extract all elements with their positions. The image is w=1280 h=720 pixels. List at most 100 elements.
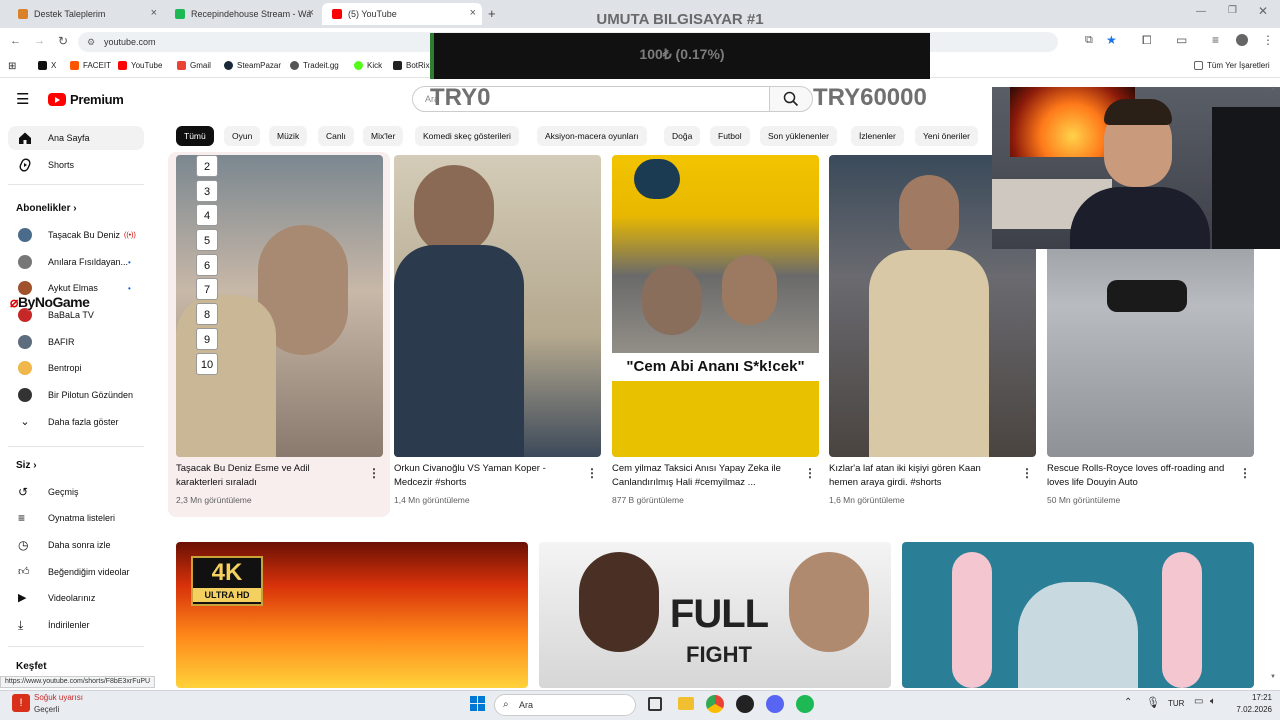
- chip[interactable]: Canlı: [318, 126, 354, 146]
- bookmark-kick[interactable]: Kick: [354, 61, 382, 70]
- sidebar-item-downloads[interactable]: ⤓ İndirilenler: [8, 613, 144, 637]
- clock-date[interactable]: 7.02.2026: [1222, 705, 1272, 714]
- chip[interactable]: Yeni öneriler: [915, 126, 978, 146]
- tab-search-icon[interactable]: ▭: [1176, 33, 1187, 47]
- close-icon[interactable]: ×: [151, 7, 157, 19]
- weather-title[interactable]: Soğuk uyarısı: [34, 693, 83, 702]
- sidebar-show-more[interactable]: ⌄ Daha fazla göster: [8, 410, 144, 434]
- file-explorer-icon[interactable]: [678, 697, 694, 710]
- short-thumbnail[interactable]: 2 3 4 5 6 7 8 9 10: [176, 155, 383, 457]
- video-title[interactable]: Taşacak Bu Deniz Esme ve Adil karakterle…: [176, 462, 356, 490]
- youtube-premium-logo[interactable]: Premium: [48, 92, 124, 107]
- tray-chevron-up-icon[interactable]: ⌃: [1124, 697, 1132, 708]
- tab-destek[interactable]: Destek Taleplerim ×: [8, 3, 163, 25]
- scroll-up-icon[interactable]: ▲: [1270, 86, 1276, 92]
- apps-grid-icon[interactable]: ⊞: [8, 61, 16, 72]
- volume-icon[interactable]: 🔈︎: [1210, 696, 1216, 707]
- chip[interactable]: Oyun: [224, 126, 261, 146]
- sidebar-item-playlists[interactable]: ≡ Oynatma listeleri: [8, 506, 144, 530]
- forward-icon[interactable]: →: [34, 35, 45, 47]
- search-button[interactable]: [769, 86, 813, 112]
- extensions-icon[interactable]: ⧠: [1142, 33, 1152, 48]
- discord-icon[interactable]: [766, 695, 784, 713]
- scroll-down-icon[interactable]: ▼: [1270, 674, 1276, 680]
- sidebar-item-home[interactable]: Ana Sayfa: [8, 126, 144, 150]
- close-icon[interactable]: ×: [470, 7, 476, 19]
- short-thumbnail[interactable]: [394, 155, 601, 457]
- bookmark-botrix[interactable]: BotRix: [393, 61, 430, 70]
- sidebar-item-history[interactable]: ↺ Geçmiş: [8, 480, 144, 504]
- sidebar-sub-item[interactable]: Taşacak Bu Deniz ((•)): [8, 223, 144, 247]
- language-indicator[interactable]: TUR: [1168, 699, 1184, 708]
- sidebar-item-liked[interactable]: 👍︎ Beğendiğim videolar: [8, 560, 144, 584]
- site-info-icon[interactable]: ⚙: [87, 32, 95, 52]
- windows-start-icon[interactable]: [470, 696, 486, 712]
- sidebar-sub-item[interactable]: BAFIR: [8, 330, 144, 354]
- bookmark-gmail[interactable]: Gmail: [177, 61, 211, 70]
- profile-avatar[interactable]: [1236, 34, 1248, 46]
- sidebar-item-watch-later[interactable]: ◷ Daha sonra izle: [8, 533, 144, 557]
- video-title[interactable]: Rescue Rolls-Royce loves off-roading and…: [1047, 462, 1227, 490]
- obs-icon[interactable]: [736, 695, 754, 713]
- bookmark-tradeit[interactable]: Tradeit.gg: [290, 61, 339, 70]
- chip[interactable]: İzlenenler: [851, 126, 904, 146]
- task-view-icon[interactable]: [648, 697, 662, 711]
- sidebar-item-your-videos[interactable]: ▶ Videolarınız: [8, 586, 144, 610]
- bookmark-x[interactable]: X: [38, 61, 56, 70]
- chip[interactable]: Son yüklenenler: [760, 126, 837, 146]
- maximize-icon[interactable]: ❐: [1228, 5, 1237, 16]
- short-thumbnail[interactable]: "Cem Abi Ananı S*k!cek": [612, 155, 819, 457]
- chip[interactable]: Komedi skeç gösterileri: [415, 126, 519, 146]
- bookmark-youtube[interactable]: YouTube: [118, 61, 162, 70]
- chip[interactable]: Mix'ler: [363, 126, 404, 146]
- you-section-title[interactable]: Siz ›: [16, 460, 37, 471]
- taskbar-search[interactable]: ⌕ Ara: [494, 694, 636, 716]
- video-title[interactable]: Kızlar'a laf atan iki kişiyi gören Kaan …: [829, 462, 1009, 490]
- chip[interactable]: Müzik: [269, 126, 308, 146]
- minimize-icon[interactable]: —: [1196, 6, 1206, 17]
- new-tab-button[interactable]: +: [488, 6, 496, 21]
- more-vert-icon[interactable]: ⋮: [1021, 466, 1033, 480]
- window-close-icon[interactable]: ✕: [1258, 4, 1268, 18]
- sidebar-sub-item[interactable]: Bir Pilotun Gözünden: [8, 383, 144, 407]
- network-icon[interactable]: ▭: [1194, 696, 1203, 707]
- more-vert-icon[interactable]: ⋮: [1239, 466, 1251, 480]
- x-logo-icon: [38, 61, 47, 70]
- all-bookmarks[interactable]: Tüm Yer İşaretleri: [1194, 61, 1270, 70]
- close-icon[interactable]: ×: [308, 7, 314, 19]
- chip-all[interactable]: Tümü: [176, 126, 214, 146]
- install-icon[interactable]: ⧉: [1085, 34, 1093, 47]
- more-vert-icon[interactable]: ⋮: [368, 466, 380, 480]
- tab-recepindehouse[interactable]: Recepindehouse Stream - Watc ×: [165, 3, 320, 25]
- bookmark-faceit[interactable]: FACEIT: [70, 61, 111, 70]
- bookmark-star-icon[interactable]: ★: [1106, 33, 1117, 47]
- video-thumbnail[interactable]: 4K ULTRA HD: [176, 542, 528, 688]
- weather-alert-icon[interactable]: !: [12, 694, 30, 712]
- reload-icon[interactable]: ↻: [58, 34, 68, 48]
- sidebar-sub-item[interactable]: Anılara Fısıldayan... •: [8, 250, 144, 274]
- chip[interactable]: Aksiyon-macera oyunları: [537, 126, 647, 146]
- video-thumbnail[interactable]: FULL FIGHT: [539, 542, 891, 688]
- bookmark-steampazar[interactable]: SteamPazar: [224, 61, 281, 70]
- clock-time[interactable]: 17:21: [1232, 693, 1272, 702]
- video-title[interactable]: Orkun Civanoğlu VS Yaman Koper - Medcezi…: [394, 462, 574, 490]
- chip[interactable]: Doğa: [664, 126, 701, 146]
- video-thumbnail[interactable]: [902, 542, 1254, 688]
- subscriptions-title[interactable]: Abonelikler ›: [16, 203, 77, 214]
- tab-youtube[interactable]: (5) YouTube ×: [322, 3, 482, 25]
- more-vert-icon[interactable]: ⋮: [586, 466, 598, 480]
- chip[interactable]: Futbol: [710, 126, 750, 146]
- more-vert-icon[interactable]: ⋮: [1262, 33, 1274, 47]
- chrome-icon[interactable]: [706, 695, 724, 713]
- menu-list-icon[interactable]: ≡: [1212, 33, 1219, 47]
- back-icon[interactable]: ←: [10, 35, 21, 47]
- 4k-badge-text: 4K: [211, 559, 243, 586]
- video-title[interactable]: Cem yilmaz Taksici Anısı Yapay Zeka ile …: [612, 462, 792, 490]
- sidebar-sub-item[interactable]: Bentropi: [8, 356, 144, 380]
- hamburger-menu-icon[interactable]: ☰: [16, 90, 29, 108]
- page-scrollbar[interactable]: ▲ ▼: [1270, 86, 1276, 686]
- microphone-icon[interactable]: 🎙︎: [1146, 696, 1160, 709]
- more-vert-icon[interactable]: ⋮: [804, 466, 816, 480]
- sidebar-item-shorts[interactable]: Shorts: [8, 153, 144, 177]
- spotify-icon[interactable]: [796, 695, 814, 713]
